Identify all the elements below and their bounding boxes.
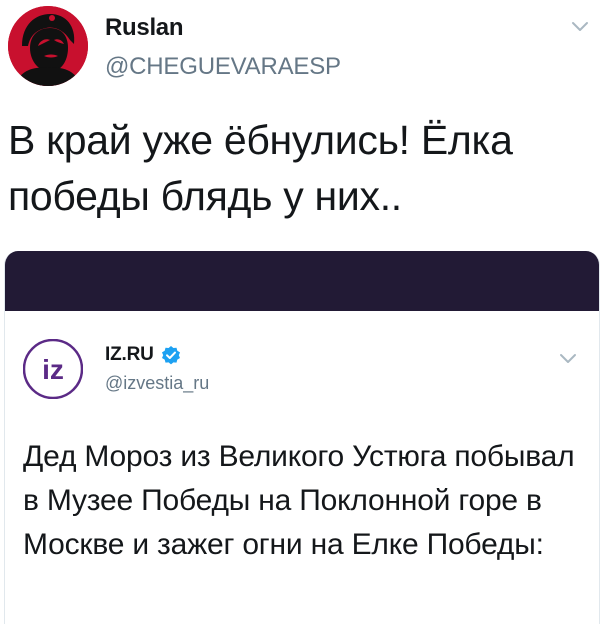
embedded-tweet-text: Дед Мороз из Великого Устюга побывал в М… [23, 440, 575, 561]
user-handle[interactable]: @CHEGUEVARAESP [105, 53, 341, 81]
iz-logo-icon: iz [22, 338, 84, 400]
embedded-tweet-card[interactable]: iz IZ.RU @izvestia_ru Дед Мороз из Велик… [4, 251, 600, 624]
verified-badge-icon [162, 346, 181, 365]
avatar[interactable] [8, 6, 88, 86]
embedded-tweet[interactable]: iz IZ.RU @izvestia_ru Дед Мороз из Велик… [5, 311, 599, 624]
chevron-down-icon[interactable] [559, 353, 577, 365]
embed-media-banner[interactable] [5, 251, 599, 311]
embed-name-row: IZ.RU [105, 344, 181, 368]
display-name[interactable]: Ruslan [105, 14, 184, 42]
iz-logo-avatar[interactable]: iz [22, 338, 84, 400]
chevron-down-icon[interactable] [570, 20, 590, 34]
embed-display-name[interactable]: IZ.RU [105, 344, 154, 365]
tweet-text: В край уже ёбнулись! Ёлка победы блядь у… [8, 117, 513, 219]
embed-user-handle[interactable]: @izvestia_ru [105, 373, 209, 394]
tweet-header: Ruslan @CHEGUEVARAESP [8, 6, 592, 86]
avatar-portrait-image [8, 6, 88, 86]
logo-text: iz [42, 354, 64, 385]
